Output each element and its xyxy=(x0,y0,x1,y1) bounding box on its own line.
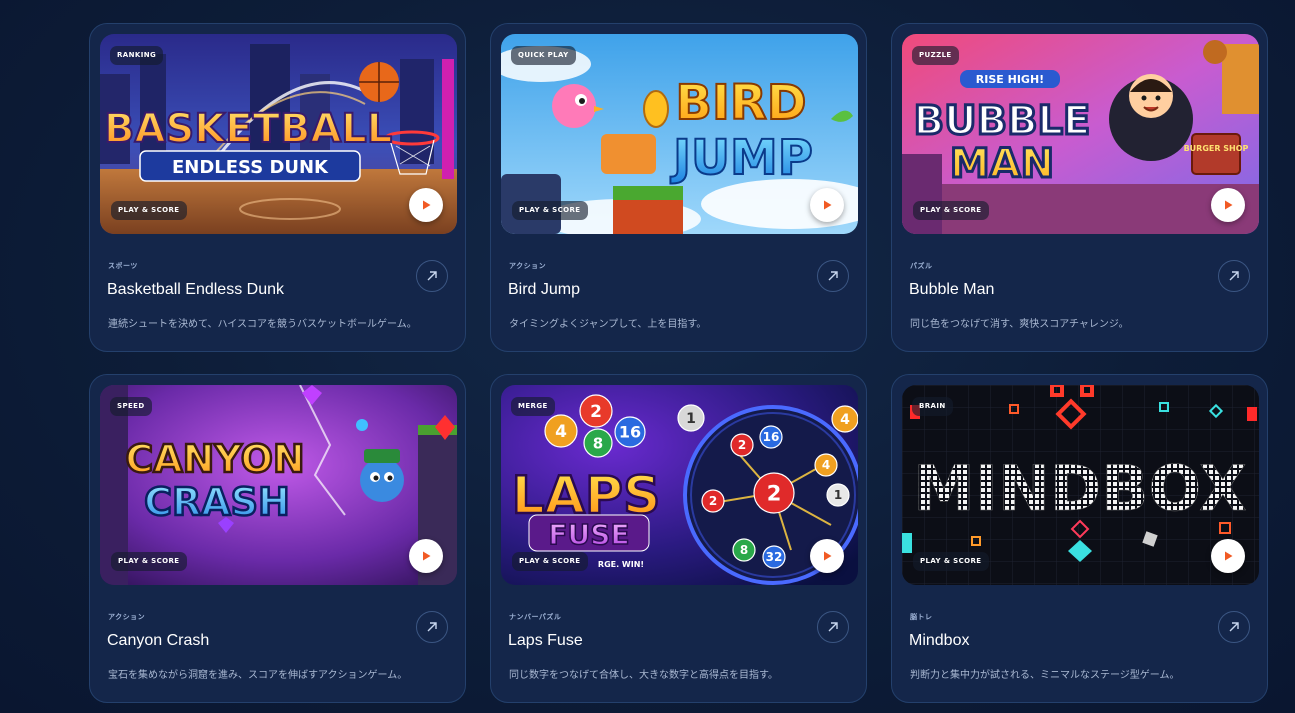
badge-bottom: PLAY & SCORE xyxy=(913,201,989,220)
number-ball-label: 2 xyxy=(709,494,717,508)
number-ball-label: 1 xyxy=(686,411,696,427)
game-description: 判断力と集中力が試される、ミニマルなステージ型ゲーム。 xyxy=(910,670,1180,681)
number-ball-label: 16 xyxy=(763,430,780,444)
logo-line2: MAN xyxy=(950,141,1054,187)
game-title[interactable]: Basketball Endless Dunk xyxy=(107,281,284,299)
game-description: タイミングよくジャンプして、上を目指す。 xyxy=(509,319,707,330)
game-thumbnail[interactable]: CANYON CRASH SPEED PLAY & SCORE xyxy=(100,385,457,585)
badge-bottom: PLAY & SCORE xyxy=(512,201,588,220)
game-thumbnail[interactable]: LAPS FUSE RGE. WIN! 2 4 8 16 1 2 16 4 1 2 2 8 32 4 ME… xyxy=(501,385,858,585)
number-ball-label: 1 xyxy=(834,488,842,502)
number-ball-label: 4 xyxy=(840,412,850,428)
game-card-canyoncrash[interactable]: CANYON CRASH SPEED PLAY & SCORE アクション Ca… xyxy=(89,374,466,703)
badge-top: SPEED xyxy=(110,397,152,416)
logo-line2: JUMP xyxy=(670,130,813,186)
game-category: 脳トレ xyxy=(910,613,933,621)
badge-top: RANKING xyxy=(110,46,164,65)
number-ball-label: 2 xyxy=(738,438,746,452)
game-card-birdjump[interactable]: BIRD JUMP QUICK PLAY PLAY & SCORE アクション … xyxy=(490,23,867,352)
play-icon xyxy=(824,200,832,210)
game-thumbnail[interactable]: MINDBOX BRAIN PLAY & SCORE xyxy=(902,385,1259,585)
play-button[interactable] xyxy=(1211,539,1245,573)
game-category: ナンバーパズル xyxy=(509,613,562,621)
game-card-bubbleman[interactable]: BURGER SHOP RISE HIGH! BUBBLE MAN PUZZLE… xyxy=(891,23,1268,352)
play-icon xyxy=(824,551,832,561)
game-category: スポーツ xyxy=(108,262,138,270)
number-ball-label: 32 xyxy=(766,550,783,564)
arrow-up-right-icon xyxy=(427,271,437,281)
play-button[interactable] xyxy=(409,539,443,573)
shop-sign: BURGER SHOP xyxy=(1184,144,1249,153)
badge-bottom: PLAY & SCORE xyxy=(111,552,187,571)
game-description: 同じ色をつなげて消す、爽快スコアチャレンジ。 xyxy=(910,319,1129,330)
arrow-up-right-icon xyxy=(828,271,838,281)
logo-line2: CRASH xyxy=(144,480,290,524)
badge-bottom: PLAY & SCORE xyxy=(111,201,187,220)
number-ball-label: 2 xyxy=(590,402,602,422)
logo-line1: BASKETBALL xyxy=(104,106,392,152)
game-category: アクション xyxy=(108,613,146,621)
open-game-button[interactable] xyxy=(1218,260,1250,292)
game-title[interactable]: Bird Jump xyxy=(508,281,580,299)
play-icon xyxy=(423,551,431,561)
arrow-up-right-icon xyxy=(427,622,437,632)
play-button[interactable] xyxy=(810,539,844,573)
open-game-button[interactable] xyxy=(416,260,448,292)
number-ball-label: 4 xyxy=(555,422,567,442)
play-icon xyxy=(1225,200,1233,210)
logo-line2: FUSE xyxy=(548,518,629,551)
game-thumbnail[interactable]: BASKETBALL ENDLESS DUNK RANKING PLAY & S… xyxy=(100,34,457,234)
logo-tag: RISE HIGH! xyxy=(976,73,1044,86)
arrow-up-right-icon xyxy=(1229,622,1239,632)
game-card-basketball[interactable]: BASKETBALL ENDLESS DUNK RANKING PLAY & S… xyxy=(89,23,466,352)
badge-bottom: PLAY & SCORE xyxy=(512,552,588,571)
game-card-lapsfuse[interactable]: LAPS FUSE RGE. WIN! 2 4 8 16 1 2 16 4 1 2 2 8 32 4 ME… xyxy=(490,374,867,703)
game-description: 連続シュートを決めて、ハイスコアを競うバスケットボールゲーム。 xyxy=(108,319,417,330)
game-title[interactable]: Canyon Crash xyxy=(107,632,209,650)
game-title[interactable]: Mindbox xyxy=(909,632,969,650)
open-game-button[interactable] xyxy=(817,611,849,643)
logo-tag: RGE. WIN! xyxy=(598,560,644,569)
game-description: 同じ数字をつなげて合体し、大きな数字と高得点を目指す。 xyxy=(509,670,778,681)
game-thumbnail[interactable]: BIRD JUMP QUICK PLAY PLAY & SCORE xyxy=(501,34,858,234)
game-description: 宝石を集めながら洞窟を進み、スコアを伸ばすアクションゲーム。 xyxy=(108,670,408,681)
play-icon xyxy=(423,200,431,210)
open-game-button[interactable] xyxy=(817,260,849,292)
game-title[interactable]: Laps Fuse xyxy=(508,632,583,650)
number-ball-label: 16 xyxy=(619,423,641,442)
play-button[interactable] xyxy=(409,188,443,222)
logo-line1: BUBBLE xyxy=(914,98,1091,144)
arrow-up-right-icon xyxy=(1229,271,1239,281)
game-category: アクション xyxy=(509,262,547,270)
badge-top: QUICK PLAY xyxy=(511,46,576,65)
arrow-up-right-icon xyxy=(828,622,838,632)
logo-line1: BIRD xyxy=(675,75,806,131)
open-game-button[interactable] xyxy=(416,611,448,643)
game-thumbnail[interactable]: BURGER SHOP RISE HIGH! BUBBLE MAN PUZZLE… xyxy=(902,34,1259,234)
open-game-button[interactable] xyxy=(1218,611,1250,643)
game-title[interactable]: Bubble Man xyxy=(909,281,994,299)
badge-top: BRAIN xyxy=(912,397,953,416)
number-ball-label: 8 xyxy=(740,543,748,557)
badge-bottom: PLAY & SCORE xyxy=(913,552,989,571)
logo-line2: ENDLESS DUNK xyxy=(172,157,329,178)
badge-top: PUZZLE xyxy=(912,46,959,65)
number-ball-label: 4 xyxy=(822,458,830,472)
play-button[interactable] xyxy=(810,188,844,222)
game-category: パズル xyxy=(910,262,933,270)
play-button[interactable] xyxy=(1211,188,1245,222)
number-ball-label: 8 xyxy=(593,434,603,452)
badge-top: MERGE xyxy=(511,397,555,416)
logo-line1: CANYON xyxy=(125,437,304,481)
play-icon xyxy=(1225,551,1233,561)
game-grid: BASKETBALL ENDLESS DUNK RANKING PLAY & S… xyxy=(89,23,1268,703)
number-ball-label: 2 xyxy=(767,482,782,506)
game-card-mindbox[interactable]: MINDBOX BRAIN PLAY & SCORE 脳トレ Mindbox 判… xyxy=(891,374,1268,703)
logo-line1: MINDBOX xyxy=(913,452,1247,525)
